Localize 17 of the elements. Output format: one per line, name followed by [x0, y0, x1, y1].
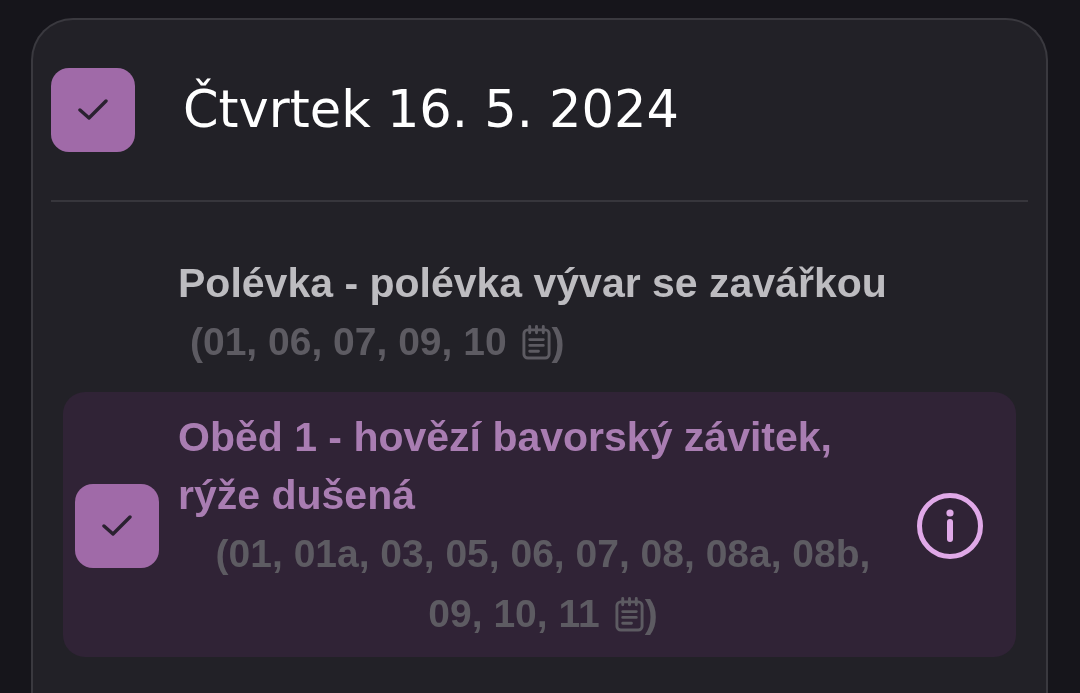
- closing-paren: ): [644, 592, 658, 635]
- checkbox[interactable]: [75, 484, 159, 568]
- day-title: Čtvrtek 16. 5. 2024: [183, 80, 679, 140]
- notepad-icon: [520, 325, 552, 360]
- notepad-icon: [613, 597, 645, 632]
- checkbox[interactable]: [51, 68, 135, 152]
- check-icon: [78, 99, 108, 121]
- allergen-list: (01, 01a, 03, 05, 06, 07, 08, 08a, 08b,: [215, 532, 871, 575]
- meal-name: Oběd 1 - hovězí bavorský závitek, rýže dušená: [178, 413, 833, 520]
- meal-name: Polévka - polévka vývar se zavářkou: [178, 259, 888, 308]
- info-icon[interactable]: [917, 493, 983, 559]
- check-icon: [102, 515, 132, 537]
- meal-row[interactable]: Oběd 1 - hovězí bavorský závitek, rýže dušená (01, 01a, 03, 05, 06, 07, 08, 08a, 08b, 09, 10, 11 ): [63, 392, 1016, 657]
- closing-paren: ): [551, 320, 565, 363]
- allergen-list: (01, 06, 07, 09, 10: [190, 320, 507, 363]
- meal-row[interactable]: Polévka - polévka vývar se zavářkou (01, 06, 07, 09, 10 ): [63, 238, 1016, 385]
- allergen-list: 09, 10, 11: [428, 592, 600, 635]
